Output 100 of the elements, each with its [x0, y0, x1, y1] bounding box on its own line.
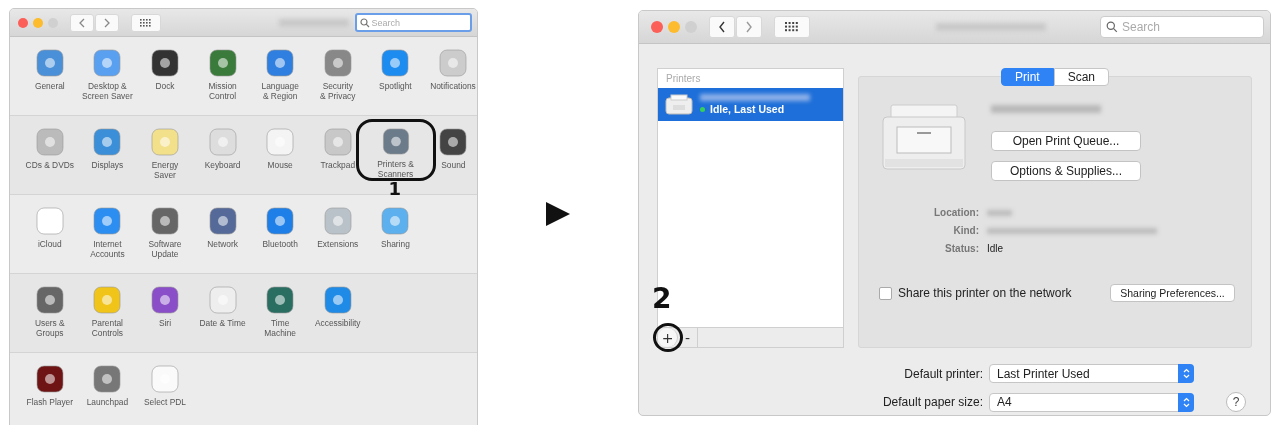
blurred-info-value: [987, 209, 1012, 216]
forward-button[interactable]: [95, 13, 119, 32]
status-dot-icon: [700, 106, 705, 112]
preference-item[interactable]: Mission Control: [193, 48, 252, 110]
preference-icon: [380, 206, 411, 236]
info-value: Idle: [987, 243, 1005, 254]
info-label: Kind:: [952, 225, 979, 236]
minimize-button[interactable]: [33, 17, 43, 28]
search-icon: [1106, 21, 1118, 33]
grid-icon: [785, 22, 799, 32]
search-icon: [359, 17, 370, 28]
preference-icon: [380, 48, 411, 78]
show-all-button[interactable]: [131, 13, 161, 32]
preference-icon: [34, 48, 65, 78]
preference-item[interactable]: General: [21, 48, 79, 110]
preference-item[interactable]: Spotlight: [366, 48, 425, 110]
preference-item[interactable]: Security & Privacy: [308, 48, 367, 110]
preference-item[interactable]: Desktop & Screen Saver: [78, 48, 137, 110]
share-checkbox[interactable]: [879, 286, 892, 300]
preference-icon: [265, 285, 296, 315]
preference-item[interactable]: Bluetooth: [251, 206, 309, 268]
preference-icon: [438, 127, 469, 157]
preference-item[interactable]: Notifications: [424, 48, 477, 110]
preference-icon: [322, 127, 353, 157]
preference-item[interactable]: Displays: [78, 127, 137, 189]
list-header: Printers: [665, 72, 702, 86]
help-button[interactable]: ?: [1226, 392, 1246, 412]
preference-item[interactable]: Sound: [424, 127, 477, 189]
preference-icon: [150, 364, 180, 394]
next-step-arrow-icon: [544, 200, 572, 228]
preference-item[interactable]: Date & Time: [193, 285, 252, 347]
push-button[interactable]: Open Print Queue...: [991, 131, 1141, 151]
back-button[interactable]: [709, 16, 735, 38]
preference-item[interactable]: iCloud: [21, 206, 79, 268]
preference-item[interactable]: CDs & DVDs: [21, 127, 79, 189]
printer-status: Idle, Last Used: [710, 103, 785, 115]
preference-item[interactable]: Language & Region: [251, 48, 309, 110]
info-label: Location:: [933, 207, 979, 218]
preference-item[interactable]: Flash Player: [21, 364, 79, 425]
up-down-arrows-icon: [1182, 396, 1190, 408]
preference-item[interactable]: Network: [193, 206, 252, 268]
preference-item[interactable]: Sharing: [366, 206, 425, 268]
preference-icon: [207, 48, 238, 78]
preference-icon: [380, 127, 411, 156]
tab[interactable]: Scan: [1053, 68, 1109, 86]
close-button[interactable]: [651, 21, 663, 33]
preference-item[interactable]: Time Machine: [251, 285, 309, 347]
push-button[interactable]: Options & Supplies...: [991, 161, 1141, 181]
preference-icon: [437, 48, 468, 78]
tab[interactable]: Print: [1000, 68, 1054, 86]
preference-icon: [150, 127, 180, 157]
preference-item[interactable]: Keyboard: [193, 127, 252, 189]
info-label: Status:: [944, 243, 979, 254]
preference-icon: [34, 127, 65, 157]
field-label: Default paper size:: [882, 395, 983, 409]
show-all-button[interactable]: [774, 16, 810, 38]
preference-icon: [150, 285, 180, 315]
preference-icon: [207, 127, 238, 157]
search-placeholder: Search: [371, 17, 401, 28]
preference-icon: [265, 127, 296, 157]
preference-item[interactable]: Users & Groups: [21, 285, 79, 347]
preference-icon: [92, 285, 123, 315]
preference-item[interactable]: Dock: [136, 48, 194, 110]
preference-icon: [265, 206, 296, 236]
preference-item[interactable]: Siri: [136, 285, 194, 347]
preference-item[interactable]: Trackpad: [308, 127, 367, 189]
sharing-preferences-button[interactable]: Sharing Preferences...: [1110, 284, 1235, 302]
remove-printer-button[interactable]: -: [678, 328, 698, 347]
search-placeholder: Search: [1122, 20, 1161, 34]
preference-item[interactable]: Energy Saver: [136, 127, 194, 189]
preference-item[interactable]: Launchpad: [78, 364, 137, 425]
preference-icon: [34, 206, 65, 236]
field-label: Default printer:: [904, 366, 983, 381]
preference-icon: [150, 48, 180, 78]
preference-icon: [92, 206, 123, 236]
preference-item[interactable]: Accessibility: [308, 285, 367, 347]
dropdown[interactable]: Last Printer Used: [989, 364, 1194, 383]
preference-item[interactable]: Internet Accounts: [78, 206, 137, 268]
close-button[interactable]: [18, 17, 28, 28]
preference-icon: [34, 364, 65, 394]
chevron-left-icon: [718, 21, 726, 33]
minimize-button[interactable]: [668, 21, 680, 33]
printer-row[interactable]: Idle, Last Used: [658, 88, 843, 121]
preference-icon: [322, 206, 353, 236]
preference-icon: [92, 364, 123, 394]
preference-item[interactable]: Parental Controls: [78, 285, 137, 347]
step-number: 1: [388, 182, 402, 196]
preference-item[interactable]: Mouse: [251, 127, 309, 189]
preference-icon: [150, 206, 180, 236]
dropdown[interactable]: A4: [989, 392, 1194, 412]
chevron-right-icon: [103, 17, 111, 28]
step-number: 2: [652, 286, 672, 312]
grid-icon: [139, 18, 152, 27]
preference-icon: [207, 206, 238, 236]
preference-item[interactable]: Software Update: [136, 206, 194, 268]
preference-icon: [92, 127, 123, 157]
preference-icon: [265, 48, 296, 78]
preference-icon: [322, 48, 353, 78]
preference-item[interactable]: Select PDL: [136, 364, 194, 425]
preference-item[interactable]: Extensions: [308, 206, 367, 268]
